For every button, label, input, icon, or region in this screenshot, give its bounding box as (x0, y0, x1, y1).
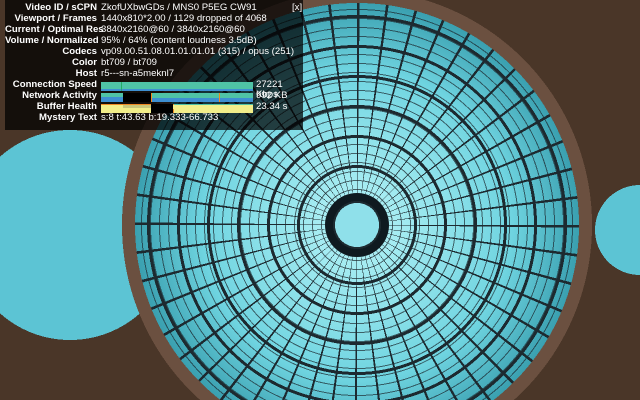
stat-label: Codecs (62, 46, 97, 57)
stat-row: Color bt709 / bt709 (5, 57, 158, 68)
connection-speed-graph (101, 82, 253, 91)
network-activity-row: Network Activity (5, 90, 101, 101)
stat-value: ZkofUXbwGDs / MNS0 P5EG CW91 (101, 2, 257, 13)
stat-label: Buffer Health (36, 101, 97, 112)
stat-row: Host r5---sn-a5meknl7 (5, 68, 175, 79)
stat-row: Codecs vp09.00.51.08.01.01.01.01 (315) / … (5, 46, 295, 57)
buffer-health-row: Buffer Health (5, 101, 101, 112)
close-button[interactable]: [x] (292, 2, 302, 13)
stat-value: 3840x2160@60 / 3840x2160@60 (101, 24, 245, 35)
stats-for-nerds-panel: [x] Video ID / sCPN ZkofUXbwGDs / MNS0 P5… (5, 0, 303, 130)
stat-label: Network Activity (22, 90, 97, 101)
stat-value: 1440x810*2.00 / 1129 dropped of 4068 (101, 13, 267, 24)
stat-value: bt709 / bt709 (101, 57, 158, 68)
stat-row: Viewport / Frames 1440x810*2.00 / 1129 dr… (5, 13, 267, 24)
stat-row: Volume / Normalized 95% / 64% (content lo… (5, 35, 257, 46)
stat-row: Current / Optimal Res 3840x2160@60 / 3840… (5, 24, 245, 35)
mystery-text-row: Mystery Text s:8 t:43.63 b:19.333-66.733 (5, 112, 219, 123)
stat-label: Viewport / Frames (14, 13, 97, 24)
buffer-health-value: 23.34 s (256, 101, 288, 112)
stat-value: vp09.00.51.08.01.01.01.01 (315) / opus (… (101, 46, 295, 57)
stat-value: r5---sn-a5meknl7 (101, 68, 175, 79)
network-activity-graph (101, 93, 253, 102)
stat-label: Mystery Text (39, 112, 97, 123)
stat-label: Current / Optimal Res (5, 24, 104, 35)
stat-value: s:8 t:43.63 b:19.333-66.733 (101, 112, 219, 123)
network-activity-value: 992 KB (256, 90, 288, 101)
stat-label: Color (71, 57, 97, 68)
stat-label: Volume / Normalized (5, 35, 99, 46)
stat-label: Connection Speed (12, 79, 97, 90)
stat-label: Video ID / sCPN (25, 2, 97, 13)
stat-row: Video ID / sCPN ZkofUXbwGDs / MNS0 P5EG C… (5, 2, 257, 13)
stat-label: Host (75, 68, 97, 79)
connection-speed-row: Connection Speed (5, 79, 101, 90)
dome-center-oculus (325, 193, 389, 257)
stat-value: 95% / 64% (content loudness 3.5dB) (101, 35, 257, 46)
